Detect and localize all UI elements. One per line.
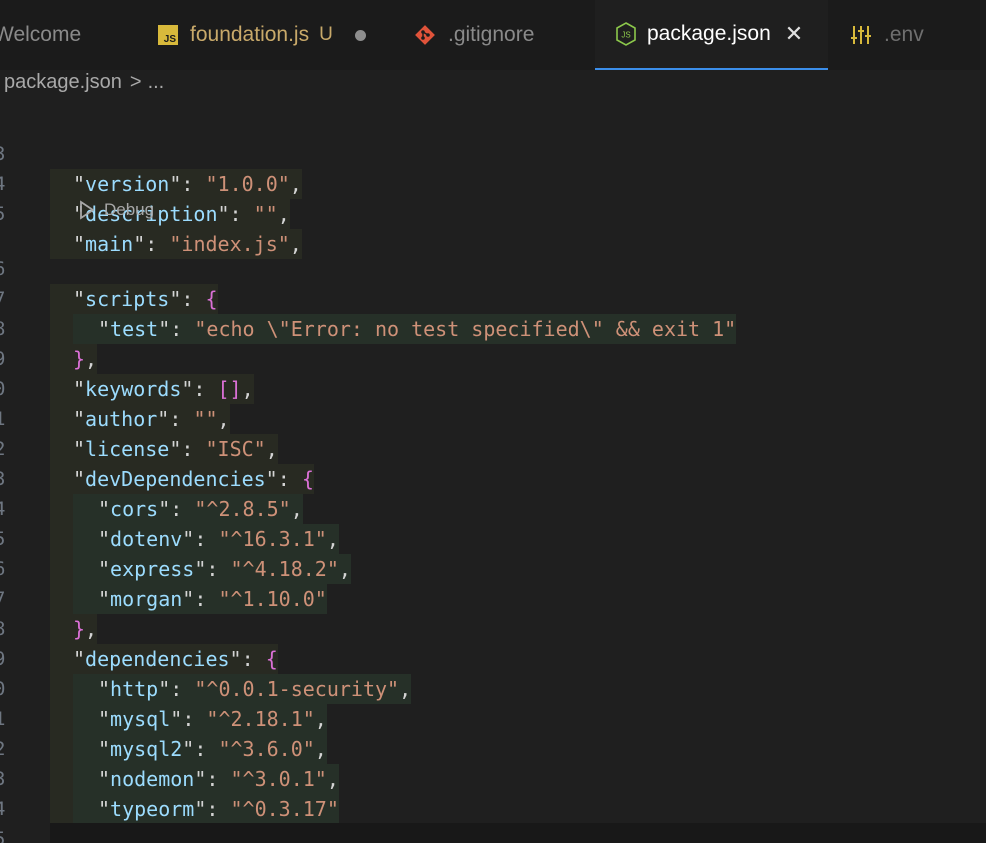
code-line: 9 "http": "^0.0.1-security",	[0, 614, 986, 704]
code-line: 3 "cors": "^2.8.5",	[0, 434, 986, 524]
code-editor[interactable]: 3 "version": "1.0.0", 4 "description": "…	[0, 94, 986, 843]
git-untracked-badge: U	[319, 24, 333, 45]
code-line: 1 "license": "ISC",	[0, 374, 986, 464]
code-line: 6 "morgan": "^1.10.0"	[0, 524, 986, 614]
tab-label: foundation.js	[190, 23, 310, 46]
breadcrumb-file[interactable]: package.json	[4, 71, 122, 94]
code-line: 4 "dotenv": "^16.3.1",	[0, 464, 986, 554]
tab-env[interactable]: .env	[850, 0, 924, 70]
tab-package-json[interactable]: JS package.json ✕	[595, 0, 828, 70]
close-icon[interactable]: ✕	[785, 23, 803, 45]
code-line: 7 "test": "echo \"Error: no test specifi…	[0, 254, 986, 344]
tab-label: Welcome	[0, 23, 82, 46]
line-number: 5	[0, 824, 10, 843]
code-line: 5 }	[0, 794, 986, 843]
unsaved-dot-icon[interactable]	[354, 29, 366, 41]
code-line: 8 "dependencies": {	[0, 584, 986, 674]
tab-gitignore[interactable]: .gitignore	[414, 0, 534, 70]
tab-label: package.json	[647, 22, 771, 45]
nodejs-icon: JS	[616, 22, 636, 46]
code-line: 5 "main": "index.js",	[0, 169, 986, 259]
play-icon	[80, 200, 95, 220]
breadcrumb-separator: >	[129, 70, 142, 93]
code-line: 2 "nodemon": "^3.0.1",	[0, 704, 986, 794]
tab-label: .gitignore	[448, 23, 535, 46]
code-line: 7 },	[0, 554, 986, 644]
js-file-icon: JS	[158, 25, 178, 45]
tab-foundation-js[interactable]: JS foundation.js U	[158, 0, 366, 70]
svg-text:JS: JS	[621, 31, 630, 40]
code-line: 1 "mysql2": "^3.6.0",	[0, 674, 986, 764]
settings-sliders-icon	[851, 26, 871, 44]
debug-codelens[interactable]: Debug	[78, 196, 154, 224]
code-line: 8 },	[0, 284, 986, 374]
git-icon	[415, 25, 435, 45]
editor-bottom-panel-edge	[50, 823, 986, 843]
breadcrumb: package.json > ...	[4, 70, 164, 94]
code-line: 4 "description": "",	[0, 139, 986, 229]
code-line: 6 "scripts": {	[0, 224, 986, 314]
code-line: 2 "devDependencies": {	[0, 404, 986, 494]
breadcrumb-symbol[interactable]: ...	[148, 71, 165, 94]
code-line: 0 "author": "",	[0, 344, 986, 434]
code-line: 4 }	[0, 764, 986, 843]
code-line: 3 "version": "1.0.0",	[0, 109, 986, 199]
tab-welcome[interactable]: Welcome	[0, 0, 81, 70]
codelens-label: Debug	[104, 200, 155, 219]
code-line: 9 "keywords": [],	[0, 314, 986, 404]
tab-label: .env	[884, 23, 924, 46]
code-line: 5 "express": "^4.18.2",	[0, 494, 986, 584]
code-line: 0 "mysql": "^2.18.1",	[0, 644, 986, 734]
editor-tab-bar: Welcome JS foundation.js U .gitignore JS…	[0, 0, 986, 70]
code-line: 3 "typeorm": "^0.3.17"	[0, 734, 986, 824]
